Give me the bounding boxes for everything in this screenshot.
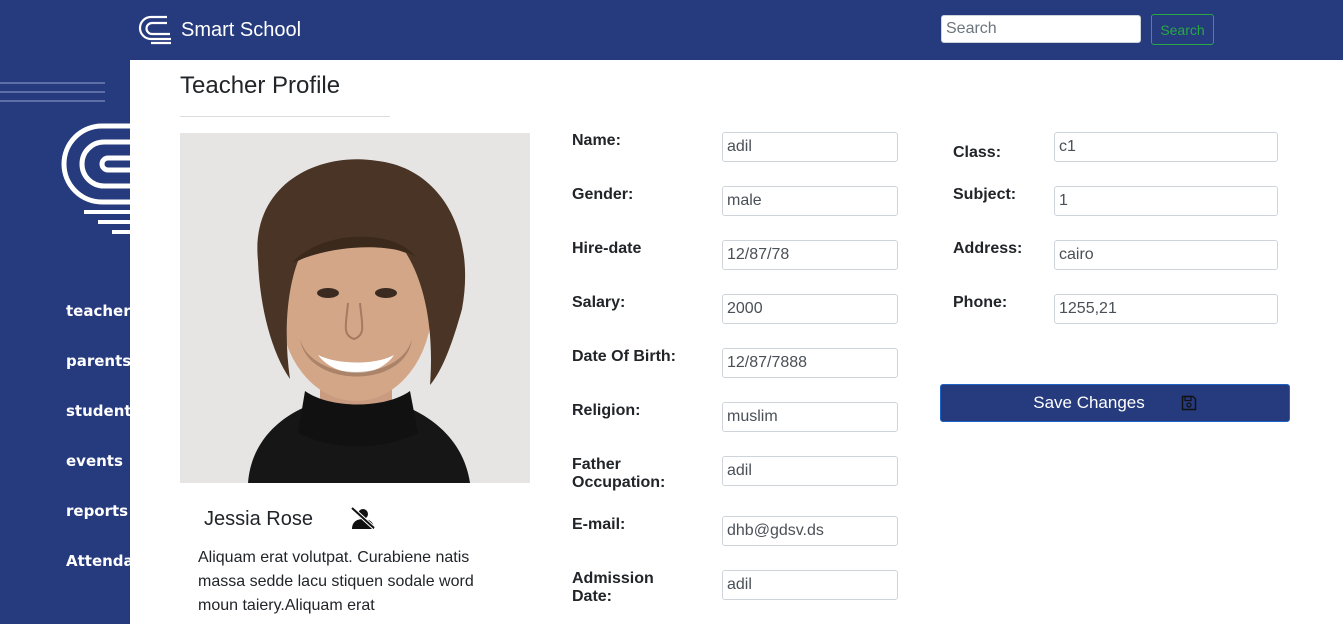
date-of-birth-field[interactable] bbox=[722, 348, 898, 378]
page-title: Teacher Profile bbox=[180, 72, 341, 99]
sidebar-item-teachers[interactable]: teachers bbox=[66, 302, 130, 352]
address-field[interactable] bbox=[1054, 240, 1278, 270]
label-email: E-mail: bbox=[572, 516, 626, 533]
class-field[interactable] bbox=[1054, 132, 1278, 162]
user-slash-icon[interactable] bbox=[350, 507, 376, 529]
name-field[interactable] bbox=[722, 132, 898, 162]
salary-field[interactable] bbox=[722, 294, 898, 324]
search-input[interactable] bbox=[941, 15, 1141, 43]
top-navbar: Smart School Search bbox=[0, 0, 1343, 60]
label-class: Class: bbox=[953, 144, 1002, 161]
menu-toggle-icon[interactable] bbox=[0, 82, 105, 109]
label-date-of-birth: Date Of Birth: bbox=[572, 348, 676, 365]
brand-name: Smart School bbox=[181, 18, 302, 41]
sidebar-item-students[interactable]: students bbox=[66, 402, 130, 452]
label-gender: Gender: bbox=[572, 186, 634, 203]
sidebar-item-parents[interactable]: parents bbox=[66, 352, 130, 402]
label-name: Name: bbox=[572, 132, 621, 149]
hire-date-field[interactable] bbox=[722, 240, 898, 270]
save-changes-button[interactable]: Save Changes bbox=[940, 384, 1290, 422]
sidebar-item-events[interactable]: events bbox=[66, 452, 130, 502]
religion-field[interactable] bbox=[722, 402, 898, 432]
floppy-disk-icon bbox=[1181, 395, 1196, 411]
subject-field[interactable] bbox=[1054, 186, 1278, 216]
label-hire-date: Hire-date bbox=[572, 240, 642, 257]
teacher-bio: Aliquam erat volutpat. Curabiene natis m… bbox=[198, 549, 474, 614]
label-salary: Salary: bbox=[572, 294, 626, 311]
sidebar-nav: teachers parents students events reports… bbox=[66, 302, 130, 602]
label-phone: Phone: bbox=[953, 294, 1008, 311]
teacher-name: Jessia Rose bbox=[204, 508, 313, 530]
label-father-occupation: Father Occupation: bbox=[572, 456, 666, 491]
sidebar-logo-icon bbox=[61, 123, 130, 234]
label-address: Address: bbox=[953, 240, 1023, 257]
save-changes-label: Save Changes bbox=[1033, 393, 1145, 412]
logo-icon bbox=[138, 15, 171, 45]
title-divider bbox=[180, 116, 390, 117]
brand[interactable]: Smart School bbox=[137, 14, 301, 46]
teacher-photo bbox=[180, 133, 530, 483]
gender-field[interactable] bbox=[722, 186, 898, 216]
sidebar-item-attendance[interactable]: Attendance bbox=[66, 552, 130, 602]
phone-field[interactable] bbox=[1054, 294, 1278, 324]
label-subject: Subject: bbox=[953, 186, 1017, 203]
father-occupation-field[interactable] bbox=[722, 456, 898, 486]
label-admission-date: Admission Date: bbox=[572, 570, 654, 605]
sidebar: teachers parents students events reports… bbox=[0, 60, 130, 624]
label-religion: Religion: bbox=[572, 402, 641, 419]
email-field[interactable] bbox=[722, 516, 898, 546]
sidebar-item-reports[interactable]: reports bbox=[66, 502, 130, 552]
admission-date-field[interactable] bbox=[722, 570, 898, 600]
search-button[interactable]: Search bbox=[1151, 14, 1214, 45]
